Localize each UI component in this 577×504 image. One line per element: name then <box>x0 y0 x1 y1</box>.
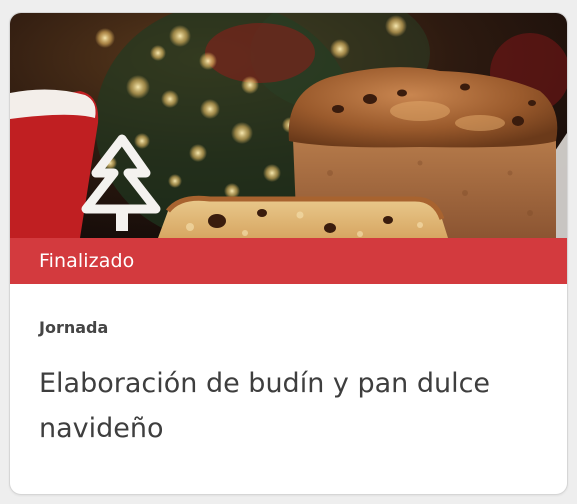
event-category: Jornada <box>39 318 109 337</box>
status-label: Finalizado <box>39 250 135 272</box>
event-image <box>10 13 567 238</box>
event-card[interactable]: Finalizado Jornada Elaboración de budín … <box>9 12 568 495</box>
status-banner: Finalizado <box>10 238 567 284</box>
event-title[interactable]: Elaboración de budín y pan dulce navideñ… <box>39 361 539 451</box>
